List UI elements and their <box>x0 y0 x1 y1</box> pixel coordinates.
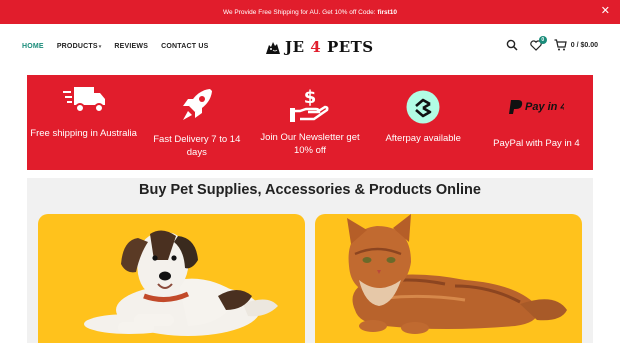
nav-reviews[interactable]: REVIEWS <box>114 43 148 50</box>
truck-icon <box>27 82 140 118</box>
header-icons: 0 0 / $0.00 <box>506 35 598 51</box>
svg-text:$: $ <box>304 87 317 108</box>
feature-newsletter: $ Join Our Newsletter get 10% off <box>253 75 366 170</box>
site-header: HOME PRODUCTS▾ REVIEWS CONTACT US JE 4 P… <box>0 24 620 70</box>
logo-suffix: PETS <box>326 38 374 56</box>
feature-label: Free shipping in Australia <box>30 128 137 139</box>
cart-summary: 0 / $0.00 <box>570 41 598 49</box>
hand-dollar-icon: $ <box>253 87 366 123</box>
feature-fast-delivery: Fast Delivery 7 to 14 days <box>140 75 253 170</box>
wishlist-button[interactable]: 0 <box>529 35 547 51</box>
cart-icon <box>554 39 567 51</box>
feature-paypal: Pay in 4 PayPal with Pay in 4 <box>480 75 593 170</box>
close-icon[interactable]: ✕ <box>601 6 610 17</box>
cat-image <box>347 214 567 334</box>
logo-text: JE 4 PETS <box>285 38 374 56</box>
feature-label: Afterpay available <box>385 133 461 144</box>
paypal-payin4-icon: Pay in 4 <box>480 97 593 117</box>
feature-label: Join Our Newsletter get 10% off <box>260 132 360 156</box>
feature-label: PayPal with Pay in 4 <box>493 138 580 149</box>
feature-free-shipping: Free shipping in Australia <box>27 75 140 170</box>
pet-silhouette-logo-icon <box>266 42 280 54</box>
paypal-badge-text: Pay in 4 <box>525 101 564 113</box>
wishlist-count-badge: 0 <box>538 35 547 44</box>
chevron-down-icon: ▾ <box>98 44 102 50</box>
nav-home[interactable]: HOME <box>22 43 44 50</box>
feature-label: Fast Delivery 7 to 14 days <box>153 134 241 158</box>
cart-button[interactable]: 0 / $0.00 <box>554 39 598 51</box>
feature-afterpay: Afterpay available <box>367 75 480 170</box>
search-icon[interactable] <box>506 39 518 51</box>
logo-number: 4 <box>310 38 322 56</box>
afterpay-icon <box>367 89 480 125</box>
dog-image <box>84 230 278 336</box>
category-card-dogs[interactable] <box>38 214 305 343</box>
logo-prefix: JE <box>285 38 305 56</box>
category-card-cats[interactable] <box>315 214 582 343</box>
nav-products[interactable]: PRODUCTS▾ <box>57 43 102 50</box>
site-logo[interactable]: JE 4 PETS <box>264 37 374 57</box>
main-content: Buy Pet Supplies, Accessories & Products… <box>27 178 593 343</box>
promo-code: first10 <box>377 8 398 16</box>
announcement-text: We Provide Free Shipping for AU. Get 10%… <box>222 8 376 16</box>
main-nav: HOME PRODUCTS▾ REVIEWS CONTACT US <box>22 43 208 50</box>
features-strip: Free shipping in Australia Fast Delivery… <box>27 75 593 170</box>
page-title: Buy Pet Supplies, Accessories & Products… <box>139 182 481 198</box>
announcement-bar: We Provide Free Shipping for AU. Get 10%… <box>0 0 620 24</box>
nav-contact[interactable]: CONTACT US <box>161 43 208 50</box>
nav-products-label: PRODUCTS <box>56 43 98 50</box>
rocket-icon <box>140 87 253 123</box>
